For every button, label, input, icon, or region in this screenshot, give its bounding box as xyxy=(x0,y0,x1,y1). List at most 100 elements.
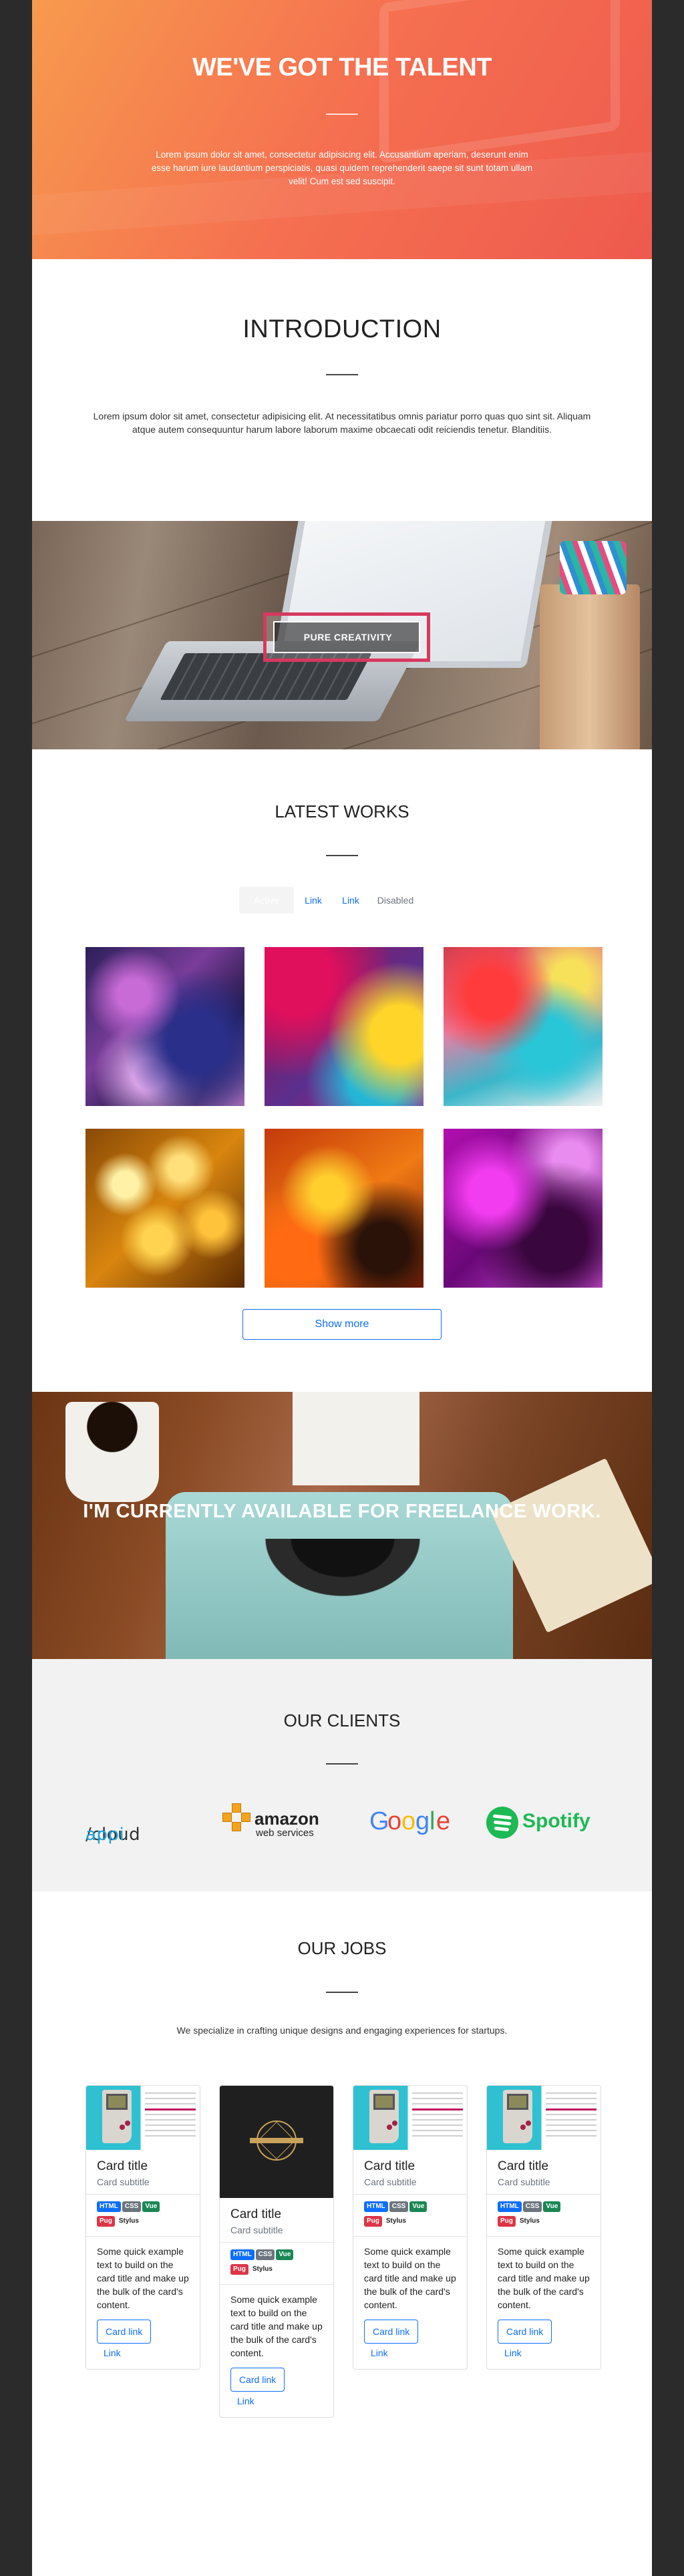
jobs-section: OUR JOBS We specialize in crafting uniqu… xyxy=(32,1891,652,2576)
google-logo-letter: e xyxy=(436,1807,451,1835)
jobs-divider xyxy=(326,1992,358,1993)
cloudappi-logo: /cloud appi xyxy=(86,1801,206,1845)
tag-pug: Pug xyxy=(97,2216,115,2227)
introduction-text: Lorem ipsum dolor sit amet, consectetur … xyxy=(93,411,591,435)
hero-divider xyxy=(326,114,358,115)
tag-html: HTML xyxy=(97,2201,121,2212)
creativity-badge: PURE CREATIVITY xyxy=(263,612,430,662)
latest-works-divider xyxy=(326,855,358,856)
job-card: Card title Card subtitle HTML CSS Vue Pug S… xyxy=(86,2085,200,2370)
card-link[interactable]: Link xyxy=(371,2348,467,2358)
spotify-logo: Spotify xyxy=(486,1801,613,1843)
show-more-button[interactable]: Show more xyxy=(242,1309,442,1340)
card-link[interactable]: Link xyxy=(237,2396,333,2406)
tag-stylus: Stylus xyxy=(116,2216,142,2227)
latest-works-title: LATEST WORKS xyxy=(275,801,409,821)
tag-vue: Vue xyxy=(142,2201,160,2212)
tag-stylus: Stylus xyxy=(383,2216,409,2227)
clients-section: OUR CLIENTS /cloud appi amazon web servic… xyxy=(32,1659,652,1891)
job-card-text: Some quick example text to build on the … xyxy=(230,2294,323,2358)
job-card-tags: HTML CSS Vue Pug Stylus xyxy=(220,2243,333,2285)
paper-sheet-image xyxy=(293,1392,419,1485)
job-card-subtitle: Card subtitle xyxy=(230,2225,283,2235)
job-card-subtitle: Card subtitle xyxy=(97,2177,150,2187)
tag-pug: Pug xyxy=(230,2264,248,2275)
job-card-title: Card title xyxy=(364,2159,415,2173)
freelance-banner: I'M CURRENTLY AVAILABLE FOR FREELANCE WO… xyxy=(32,1392,652,1659)
google-logo-letter: g xyxy=(415,1807,430,1835)
work-image[interactable] xyxy=(86,947,244,1106)
coffee-cup-image xyxy=(65,1402,159,1502)
work-image[interactable] xyxy=(444,1129,603,1288)
google-logo-letter: o xyxy=(387,1807,402,1835)
creativity-label: PURE CREATIVITY xyxy=(303,632,393,642)
spotify-logo-text: Spotify xyxy=(522,1810,590,1832)
job-card-subtitle: Card subtitle xyxy=(498,2177,550,2187)
pens-image xyxy=(560,541,627,594)
jobs-lead: We specialize in crafting unique designs… xyxy=(176,2025,508,2036)
job-card: Card title Card subtitle HTML CSS Vue Pug S… xyxy=(353,2085,468,2370)
tag-css: CSS xyxy=(122,2201,142,2212)
spotify-icon xyxy=(486,1807,518,1839)
job-card-body: Card title Card subtitle xyxy=(220,2198,333,2243)
card-link-button[interactable]: Card link xyxy=(230,2368,285,2392)
card-link-button[interactable]: Card link xyxy=(498,2320,552,2344)
introduction-divider xyxy=(326,374,358,375)
creativity-badge-inner: PURE CREATIVITY xyxy=(273,621,420,653)
tag-html: HTML xyxy=(230,2249,254,2260)
job-card-title: Card title xyxy=(230,2207,282,2221)
google-logo-letter: G xyxy=(369,1807,389,1835)
clients-title: OUR CLIENTS xyxy=(283,1710,401,1730)
job-card: Card title Card subtitle HTML CSS Vue Pug S… xyxy=(486,2085,601,2370)
work-image[interactable] xyxy=(86,1129,244,1288)
hero-title: WE'VE GOT THE TALENT xyxy=(192,53,492,81)
introduction-section: INTRODUCTION Lorem ipsum dolor sit amet,… xyxy=(32,259,652,521)
tag-stylus: Stylus xyxy=(249,2264,275,2275)
tag-pug: Pug xyxy=(498,2216,516,2227)
job-card-tags: HTML CSS Vue Pug Stylus xyxy=(353,2195,467,2237)
hero-section: WE'VE GOT THE TALENT Lorem ipsum dolor s… xyxy=(32,0,652,259)
tab-link-2[interactable]: Link xyxy=(333,887,369,914)
tag-css: CSS xyxy=(255,2249,275,2260)
jobs-title: OUR JOBS xyxy=(297,1938,387,1958)
card-link[interactable]: Link xyxy=(104,2348,200,2358)
clients-divider xyxy=(326,1763,358,1765)
amazon-web-services-logo: amazon web services xyxy=(222,1801,336,1843)
tag-vue: Vue xyxy=(276,2249,294,2260)
job-card-title: Card title xyxy=(97,2159,148,2173)
tab-link-1[interactable]: Link xyxy=(295,887,331,914)
job-card-text: Some quick example text to build on the … xyxy=(498,2246,590,2310)
tag-html: HTML xyxy=(498,2201,522,2212)
job-card-image xyxy=(86,2086,200,2150)
job-card-text: Some quick example text to build on the … xyxy=(364,2246,456,2310)
book-image xyxy=(490,1458,652,1633)
google-logo-letter: o xyxy=(401,1807,416,1835)
tag-vue: Vue xyxy=(409,2201,428,2212)
card-link-button[interactable]: Card link xyxy=(97,2320,152,2344)
creativity-banner: PURE CREATIVITY xyxy=(32,521,652,749)
job-card-text: Some quick example text to build on the … xyxy=(97,2246,189,2310)
tab-active[interactable]: Active xyxy=(239,887,294,914)
work-image[interactable] xyxy=(265,1129,423,1288)
job-card-body: Card title Card subtitle xyxy=(86,2150,200,2195)
job-card-tags: HTML CSS Vue Pug Stylus xyxy=(86,2195,200,2237)
tag-stylus: Stylus xyxy=(516,2216,542,2227)
job-card-image xyxy=(487,2086,601,2150)
job-card-body: Card title Card subtitle xyxy=(353,2150,467,2195)
introduction-title: INTRODUCTION xyxy=(242,315,442,343)
amazon-logo-text: amazon xyxy=(254,1809,319,1829)
card-link-button[interactable]: Card link xyxy=(364,2320,419,2344)
wooden-pot-image xyxy=(540,584,640,749)
work-image[interactable] xyxy=(265,947,423,1106)
job-card-image xyxy=(220,2086,333,2198)
freelance-heading: I'M CURRENTLY AVAILABLE FOR FREELANCE WO… xyxy=(83,1501,601,1522)
page: WE'VE GOT THE TALENT Lorem ipsum dolor s… xyxy=(32,0,652,2576)
google-logo-letter: l xyxy=(430,1807,436,1835)
tag-css: CSS xyxy=(389,2201,409,2212)
job-card-title: Card title xyxy=(498,2159,549,2173)
card-link[interactable]: Link xyxy=(504,2348,601,2358)
work-image[interactable] xyxy=(444,947,603,1106)
aws-cubes-icon xyxy=(222,1803,252,1837)
tab-disabled: Disabled xyxy=(377,895,414,906)
tag-vue: Vue xyxy=(543,2201,561,2212)
